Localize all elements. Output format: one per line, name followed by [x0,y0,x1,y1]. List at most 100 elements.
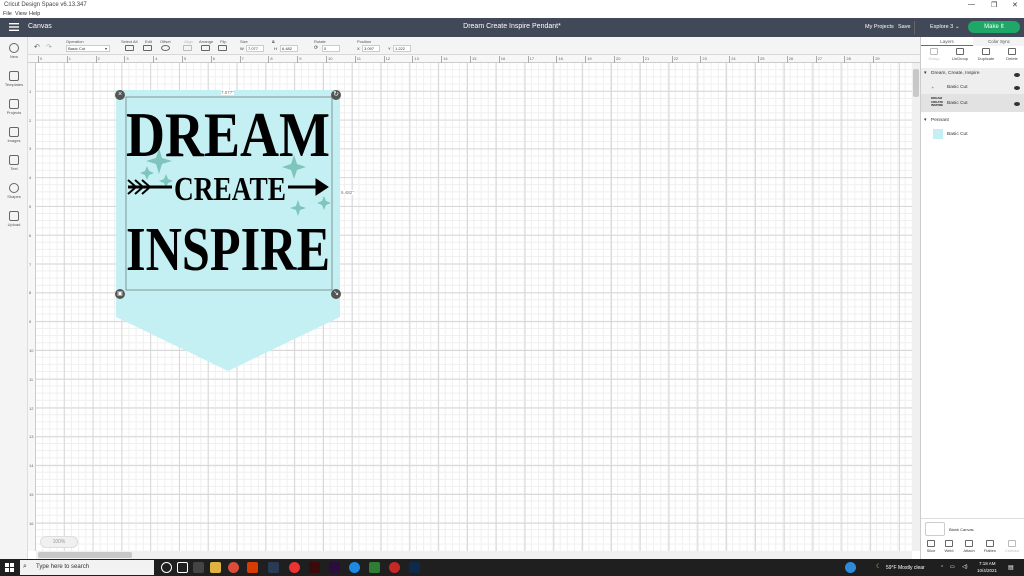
sidebar-item-new[interactable]: New [0,43,28,59]
ruler-tick-label: 8 [268,56,273,63]
rotate-handle-icon[interactable]: ↻ [331,90,341,100]
eye-icon[interactable] [1014,86,1020,90]
volume-icon[interactable]: ◁) [962,564,968,570]
tab-layers[interactable]: Layers [921,37,973,46]
width-input[interactable]: 7.077 [246,45,264,52]
x-input[interactable]: 3.097 [362,45,380,52]
menu-file[interactable]: File [3,11,12,17]
scroll-thumb[interactable] [913,69,919,97]
undo-icon[interactable]: ↶ [34,43,40,51]
tray-app-icon[interactable] [845,562,856,573]
scroll-thumb[interactable] [38,552,132,558]
sidebar-item-templates[interactable]: Templates [0,71,28,87]
minimize-button[interactable]: — [968,1,975,8]
sidebar-label: Upload [7,222,21,227]
slice-button[interactable]: Slice [921,540,941,553]
layer-group[interactable]: ▾ Pennant [921,115,1024,127]
close-window-button[interactable]: ✕ [1012,1,1018,9]
align-icon[interactable] [183,45,192,51]
eye-icon[interactable] [1014,102,1020,106]
layer-item[interactable]: ✦ Basic Cut [921,80,1024,94]
photoshop-icon[interactable] [409,562,420,573]
ruler-tick-label: 11 [354,56,361,63]
operation-dropdown[interactable]: Basic Cut ▾ [66,45,110,52]
sidebar-item-images[interactable]: Images [0,127,28,143]
tab-color-sync[interactable]: Color Sync [973,37,1024,46]
lightroom-icon[interactable] [268,562,279,573]
my-projects-button[interactable]: My Projects [865,24,894,30]
office-icon[interactable] [247,562,258,573]
browser-icon[interactable] [289,562,300,573]
flip-icon[interactable] [218,45,227,51]
layer-item[interactable]: Basic Cut [921,127,1024,141]
layer-item[interactable]: DREAM CREATE INSPIRE Basic Cut [921,94,1024,112]
make-it-button[interactable]: Make It [968,21,1020,33]
cricut-icon[interactable] [369,562,380,573]
save-button[interactable]: Save [898,24,911,30]
sidebar-item-text[interactable]: Text [0,155,28,171]
weather-text[interactable]: 59°F Mostly clear [886,565,925,571]
chevron-down-icon[interactable]: ⌄ [955,24,960,30]
height-input[interactable]: 6.482 [280,45,298,52]
position-label: Position [357,39,372,44]
notifications-icon[interactable]: ▤ [1008,564,1014,571]
ruler-tick-label: 1 [29,88,32,94]
menu-view[interactable]: View [15,11,27,17]
edge-icon[interactable] [349,562,360,573]
y-input[interactable]: 1.222 [393,45,411,52]
zoom-control[interactable]: 100% [40,536,78,548]
chevron-down-icon[interactable]: ▾ [924,117,927,123]
record-icon[interactable] [389,562,400,573]
taskbar-search-input[interactable]: Type here to search [20,560,154,575]
edit-icon[interactable] [143,45,152,51]
file-explorer-icon[interactable] [210,562,221,573]
clock-date[interactable]: 10/4/2021 [977,568,997,573]
design-canvas[interactable]: DREAM CREATE INSPIRE × ↻ ▣ ↘ 7.077" 6.48… [36,63,912,551]
task-view-icon[interactable] [177,562,188,573]
cortana-icon[interactable] [161,562,172,573]
redo-icon[interactable]: ↷ [46,43,52,51]
taskbar-app-icon[interactable] [193,562,204,573]
tool-label: Flatten [983,548,997,553]
chevron-down-icon[interactable]: ▾ [924,70,927,76]
contour-button[interactable]: Contour [1002,540,1022,553]
select-all-icon[interactable] [125,45,134,51]
duplicate-button[interactable]: Duplicate [973,46,999,64]
arrange-icon[interactable] [201,45,210,51]
lock-handle-icon[interactable]: ▣ [115,289,125,299]
canvas-swatch[interactable] [925,522,945,536]
sidebar-item-upload[interactable]: Upload [0,211,28,227]
pendant-design[interactable]: DREAM CREATE INSPIRE [116,90,342,372]
tray-chevron-icon[interactable]: ⌃ [940,565,944,571]
illustrator-icon[interactable] [309,562,320,573]
windows-start-icon[interactable] [5,563,14,572]
weld-button[interactable]: Weld [939,540,959,553]
flatten-icon [986,540,994,547]
clock-time[interactable]: 7:18 AM [979,561,996,566]
horizontal-scrollbar[interactable] [36,551,912,559]
rotate-input[interactable]: 0 [322,45,340,52]
tool-label: Duplicate [977,56,995,61]
menu-help[interactable]: Help [29,11,40,17]
delete-handle-icon[interactable]: × [115,90,125,100]
sidebar-item-shapes[interactable]: Shapes [0,183,28,199]
ungroup-button[interactable]: UnGroup [947,46,973,64]
resize-handle-icon[interactable]: ↘ [331,289,341,299]
machine-selector[interactable]: Explore 3 [930,24,953,30]
layer-group[interactable]: ▾ Dream, Create, Inspire [921,68,1024,80]
group-button[interactable]: Group [921,46,947,64]
premiere-icon[interactable] [329,562,340,573]
delete-button[interactable]: Delete [999,46,1024,64]
sidebar-item-projects[interactable]: Projects [0,99,28,115]
offset-icon[interactable] [161,45,170,51]
flatten-button[interactable]: Flatten [980,540,1000,553]
network-icon[interactable]: ▭ [950,564,955,570]
eye-icon[interactable] [1014,73,1020,77]
chrome-icon[interactable] [228,562,239,573]
maximize-button[interactable]: ❐ [991,1,997,9]
sidebar-label: Shapes [7,194,21,199]
vertical-scrollbar[interactable] [912,63,920,551]
lock-icon[interactable]: 🔒︎ [272,39,275,45]
blank-canvas-row[interactable]: Blank Canvas [921,518,1024,538]
attach-button[interactable]: Attach [959,540,979,553]
